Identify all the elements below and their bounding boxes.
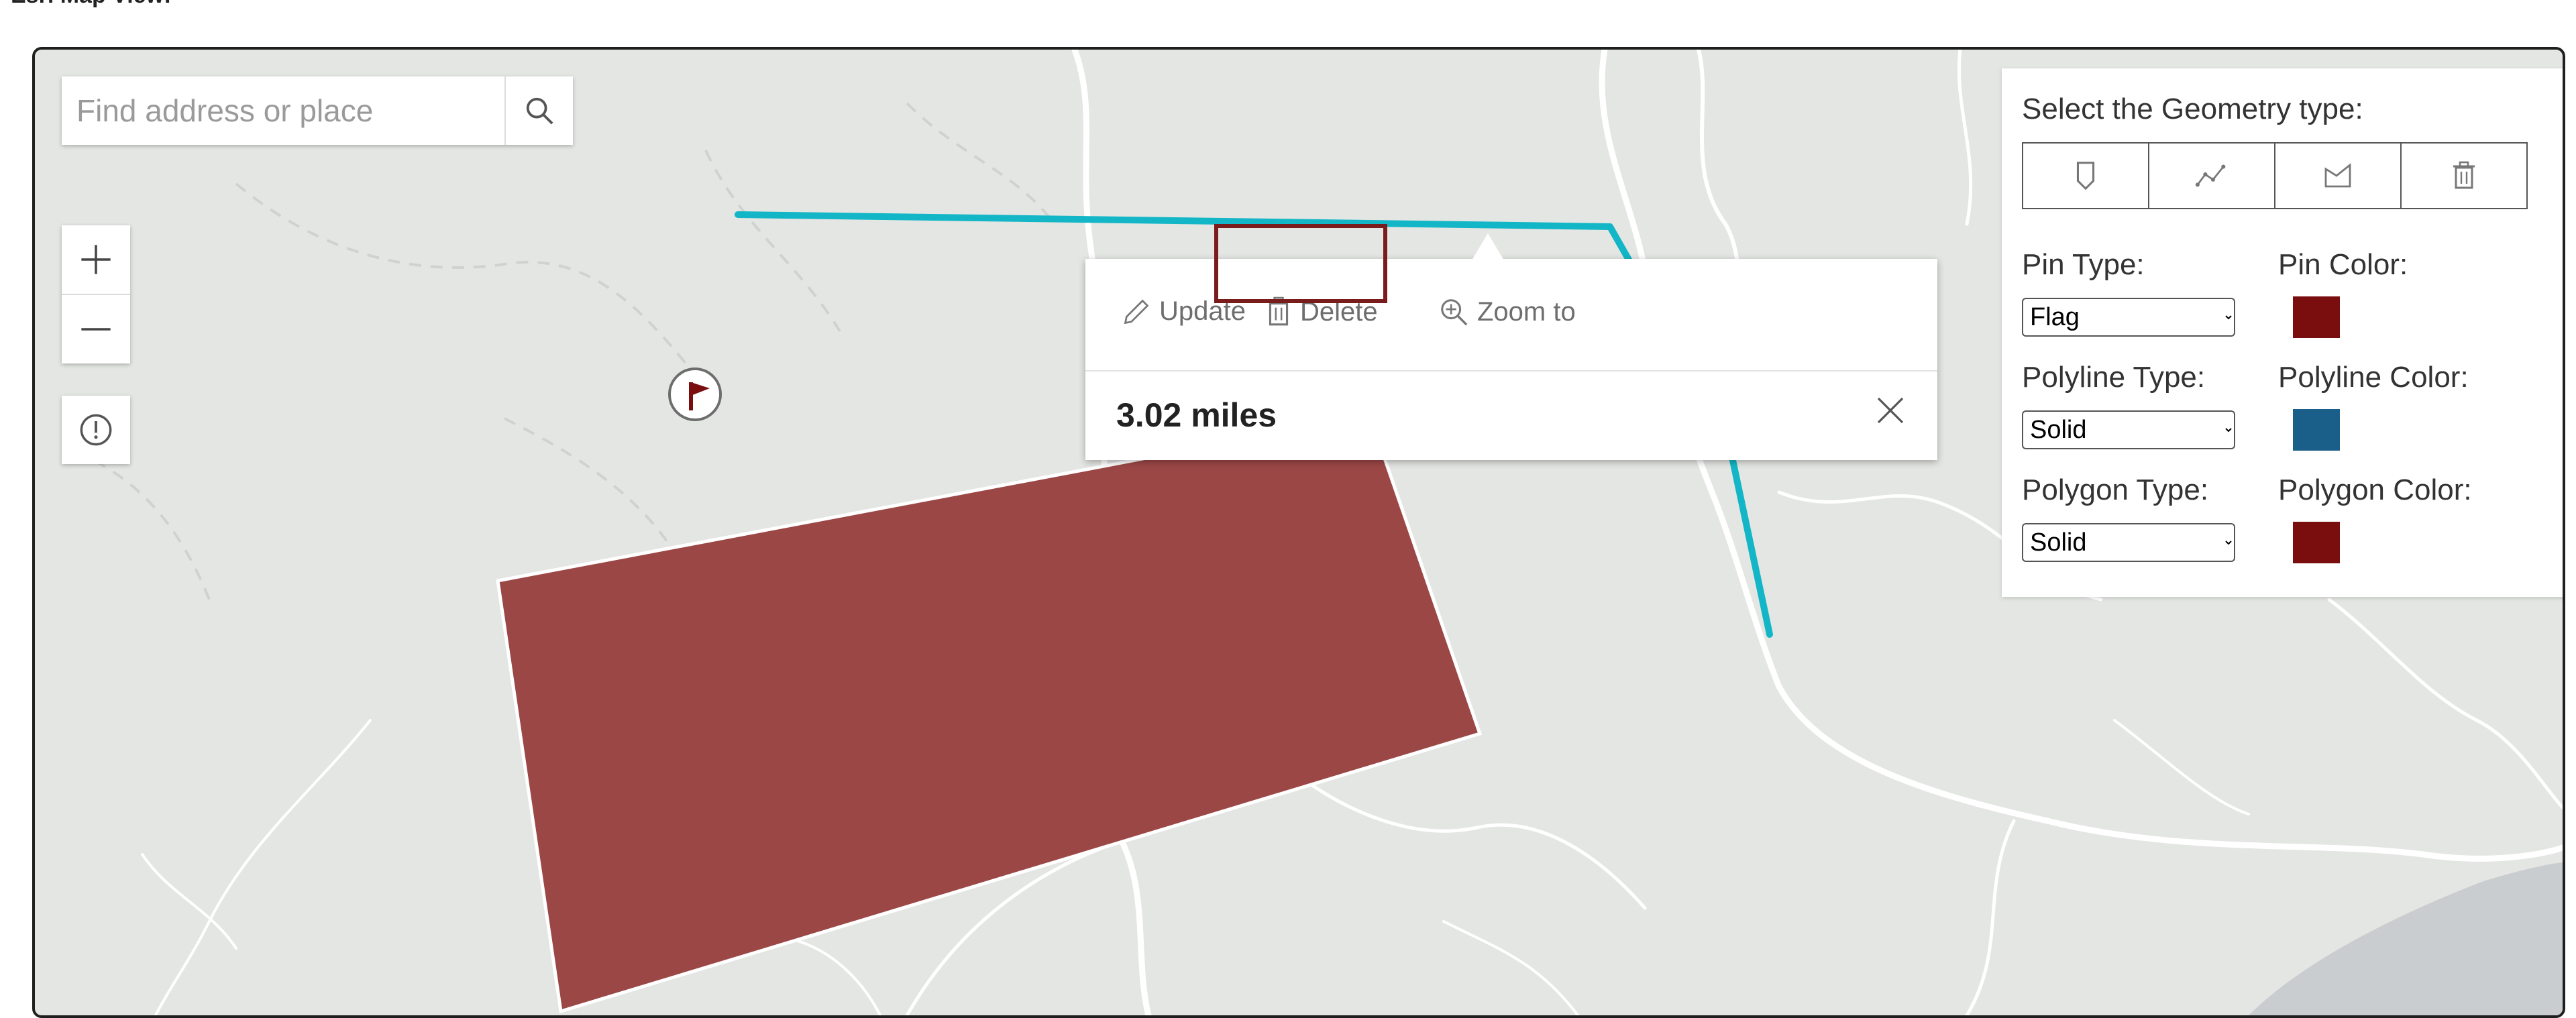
popup-actions: Update Delete Zoom to — [1085, 259, 1937, 372]
pin-type-label: Pin Type: — [2022, 248, 2145, 281]
feature-popup: Update Delete Zoom to 3.02 miles — [1085, 233, 1937, 460]
page-heading: Esri Map View: — [11, 0, 171, 9]
polyline-color-label: Polyline Color: — [2278, 361, 2469, 394]
polygon-type-label: Polygon Type: — [2022, 473, 2209, 506]
trash-icon — [1267, 296, 1290, 326]
map-view[interactable]: Select the Geometry type: — [32, 47, 2565, 1018]
flag-pin-marker — [668, 367, 722, 421]
close-icon — [1877, 397, 1904, 424]
polygon-color-swatch[interactable] — [2293, 522, 2340, 563]
search-input[interactable] — [62, 76, 504, 145]
pencil-icon — [1124, 299, 1149, 324]
info-icon — [80, 414, 112, 446]
popup-body: 3.02 miles — [1085, 372, 1937, 460]
zoom-in-button[interactable] — [62, 225, 130, 294]
drawn-polygon — [496, 414, 1483, 1014]
clear-all-button[interactable] — [2400, 142, 2528, 209]
geometry-type-label: Select the Geometry type: — [2022, 93, 2363, 125]
draw-polygon-button[interactable] — [2274, 142, 2402, 209]
polygon-icon — [2324, 163, 2351, 188]
popup-pointer — [1472, 233, 1504, 260]
close-button[interactable] — [1874, 394, 1907, 430]
geometry-panel: Select the Geometry type: Pin Type: Flag… — [2002, 68, 2563, 597]
polygon-type-select[interactable]: Solid — [2022, 523, 2235, 562]
search-widget — [62, 76, 573, 145]
water-area — [2249, 862, 2563, 1015]
pin-color-label: Pin Color: — [2278, 248, 2408, 281]
plus-icon — [81, 245, 111, 274]
polyline-color-swatch[interactable] — [2293, 409, 2340, 451]
pin-type-select[interactable]: Flag — [2022, 298, 2235, 337]
polygon-color-label: Polygon Color: — [2278, 473, 2472, 506]
zoom-controls — [62, 225, 130, 363]
polyline-icon — [2195, 164, 2226, 187]
popup-title: 3.02 miles — [1116, 396, 1277, 434]
pin-color-swatch[interactable] — [2293, 296, 2340, 338]
draw-point-button[interactable] — [2022, 142, 2149, 209]
update-action[interactable]: Update — [1122, 296, 1246, 327]
minus-icon — [81, 328, 111, 331]
polyline-type-label: Polyline Type: — [2022, 361, 2206, 394]
zoom-out-button[interactable] — [62, 294, 130, 363]
zoom-in-icon — [1441, 299, 1468, 326]
search-icon — [526, 97, 553, 125]
geometry-type-buttons — [2022, 142, 2528, 209]
delete-action[interactable]: Delete — [1265, 296, 1378, 327]
search-button[interactable] — [504, 76, 573, 145]
trash-icon — [2453, 161, 2475, 189]
zoom-to-label: Zoom to — [1477, 296, 1576, 327]
info-button[interactable] — [62, 396, 130, 464]
update-label: Update — [1159, 296, 1246, 326]
polyline-type-select[interactable]: Solid — [2022, 410, 2235, 449]
point-icon — [2076, 162, 2095, 190]
draw-polyline-button[interactable] — [2148, 142, 2275, 209]
zoom-to-action[interactable]: Zoom to — [1438, 296, 1576, 327]
delete-label: Delete — [1300, 296, 1378, 327]
